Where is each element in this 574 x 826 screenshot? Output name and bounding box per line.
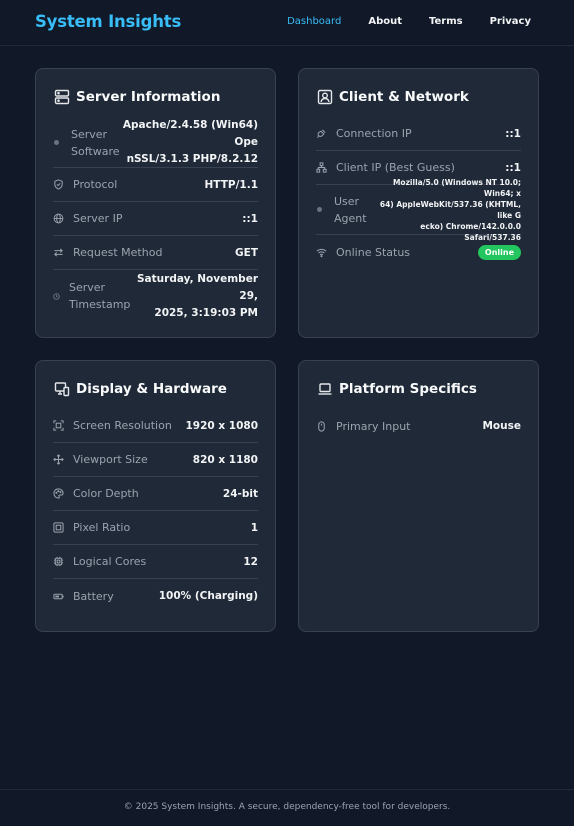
page-footer: © 2025 System Insights. A secure, depend… <box>0 789 574 826</box>
row-label: Viewport Size <box>73 453 148 466</box>
row-label: Screen Resolution <box>73 419 172 432</box>
row-value: Saturday, November 29, <box>137 272 258 302</box>
row-label: Connection IP <box>336 127 412 140</box>
row-server-ip: Server IP ::1 <box>53 202 258 236</box>
client-network-card: Client & Network Connection IP ::1 Clien… <box>298 68 539 338</box>
row-value: 24-bit <box>222 487 258 500</box>
nav-link-dashboard[interactable]: Dashboard <box>287 16 341 27</box>
row-label: Color Depth <box>73 487 139 500</box>
top-navbar: System Insights Dashboard About Terms Pr… <box>0 0 574 46</box>
palette-icon <box>53 488 64 499</box>
card-title-text: Client & Network <box>339 89 469 105</box>
grid-icon <box>53 522 64 533</box>
row-label: Primary Input <box>336 419 411 433</box>
online-status-badge: Online <box>477 244 521 260</box>
row-label: Protocol <box>73 178 118 191</box>
card-title: Server Information <box>54 88 220 106</box>
row-label: Client IP (Best Guess) <box>336 161 455 174</box>
nav-link-terms[interactable]: Terms <box>429 16 463 27</box>
laptop-icon <box>317 381 333 397</box>
dot-icon <box>317 207 322 212</box>
row-value: nSSL/3.1.3 PHP/8.2.12 <box>126 153 258 165</box>
row-value: Mozilla/5.0 (Windows NT 10.0; Win64; x <box>392 177 521 198</box>
row-label: Request Method <box>73 246 163 259</box>
row-label: Server <box>69 281 106 294</box>
mouse-icon <box>316 420 327 432</box>
row-viewport-size: Viewport Size 820 x 1180 <box>53 443 258 477</box>
row-request-method: Request Method GET <box>53 236 258 270</box>
row-value: 100% (Charging) <box>158 590 258 602</box>
row-value: 2025, 3:19:03 PM <box>154 306 258 319</box>
server-information-card: Server Information Server Software Apach… <box>35 68 276 338</box>
server-icon <box>54 89 70 105</box>
network-icon <box>316 162 327 173</box>
card-title: Client & Network <box>317 88 469 106</box>
card-title-text: Platform Specifics <box>339 381 477 397</box>
card-title-text: Display & Hardware <box>76 381 227 397</box>
row-value: ::1 <box>505 127 521 140</box>
row-user-agent: User Agent Mozilla/5.0 (Windows NT 10.0;… <box>316 178 521 242</box>
row-label: Battery <box>73 589 114 603</box>
row-pixel-ratio: Pixel Ratio 1 <box>53 511 258 545</box>
card-title-text: Server Information <box>76 89 221 105</box>
brand-logo-text[interactable]: System Insights <box>35 12 181 31</box>
clock-icon <box>53 292 60 300</box>
nav-link-about[interactable]: About <box>368 16 402 27</box>
row-value: 820 x 1180 <box>192 453 258 466</box>
arrows-exchange-icon <box>53 247 64 258</box>
battery-icon <box>53 591 64 602</box>
row-value: HTTP/1.1 <box>204 178 258 191</box>
row-value: ::1 <box>242 212 258 225</box>
row-value: 1920 x 1080 <box>185 419 258 432</box>
row-value: Mouse <box>482 420 521 432</box>
row-label: Logical Cores <box>73 555 147 568</box>
row-connection-ip: Connection IP ::1 <box>316 117 521 151</box>
row-server-software: Server Software Apache/2.4.58 (Win64) Op… <box>53 118 258 168</box>
screen-icon <box>53 420 64 431</box>
row-label: Software <box>71 144 120 158</box>
row-value: 1 <box>250 521 258 534</box>
row-label: Server <box>71 127 108 141</box>
cpu-icon <box>53 556 64 567</box>
row-label: User <box>334 194 360 208</box>
row-value: 12 <box>243 555 258 568</box>
row-label: Online Status <box>336 245 411 259</box>
row-label: Timestamp <box>69 298 131 311</box>
row-label: Server IP <box>73 212 123 225</box>
main-nav: Dashboard About Terms Privacy <box>260 16 531 27</box>
row-label: Agent <box>334 211 367 225</box>
wifi-icon <box>316 247 327 258</box>
row-screen-resolution: Screen Resolution 1920 x 1080 <box>53 409 258 443</box>
card-title: Display & Hardware <box>54 380 227 398</box>
row-color-depth: Color Depth 24-bit <box>53 477 258 511</box>
plug-icon <box>316 128 327 139</box>
row-label: Pixel Ratio <box>73 521 131 534</box>
row-value: GET <box>235 246 258 259</box>
row-value: ecko) Chrome/142.0.0.0 Safari/537.36 <box>420 221 521 242</box>
row-value: ::1 <box>505 161 521 174</box>
shield-icon <box>53 179 64 190</box>
row-value: 64) AppleWebKit/537.36 (KHTML, like G <box>379 199 521 220</box>
nav-link-privacy[interactable]: Privacy <box>490 16 531 27</box>
footer-text: © 2025 System Insights. A secure, depend… <box>123 802 451 812</box>
row-protocol: Protocol HTTP/1.1 <box>53 168 258 202</box>
user-badge-icon <box>317 89 333 105</box>
devices-icon <box>54 381 70 397</box>
card-title: Platform Specifics <box>317 380 477 398</box>
row-battery: Battery 100% (Charging) <box>53 579 258 613</box>
row-server-timestamp: Server Timestamp Saturday, November 29, … <box>53 270 258 322</box>
row-value: Apache/2.4.58 (Win64) Ope <box>122 119 258 148</box>
move-icon <box>53 454 64 465</box>
globe-icon <box>53 213 64 224</box>
display-hardware-card: Display & Hardware Screen Resolution 192… <box>35 360 276 632</box>
row-logical-cores: Logical Cores 12 <box>53 545 258 579</box>
row-primary-input: Primary Input Mouse <box>316 409 521 443</box>
platform-specifics-card: Platform Specifics Primary Input Mouse <box>298 360 539 632</box>
dot-icon <box>54 140 59 145</box>
